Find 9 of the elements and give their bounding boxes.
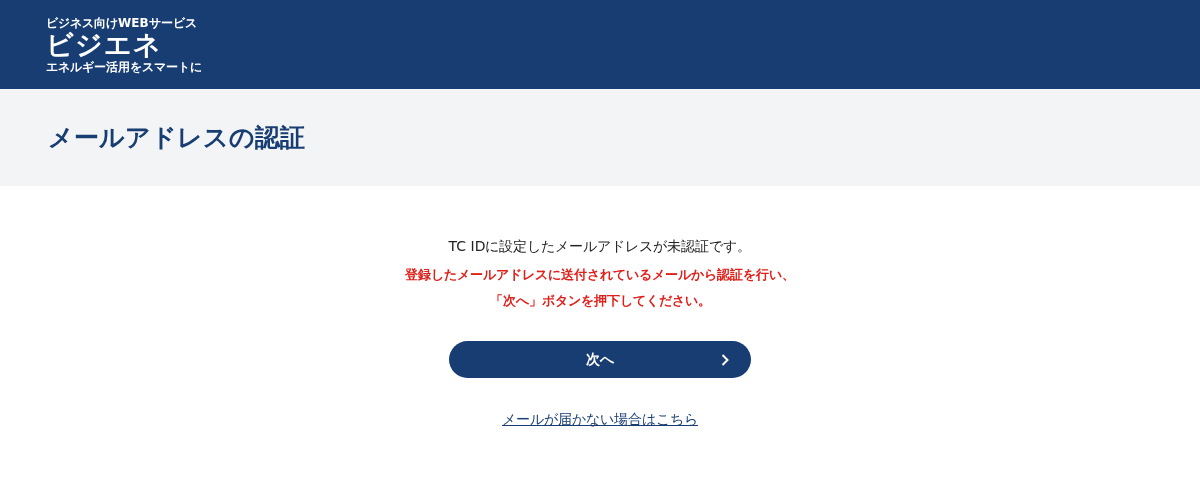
page-title: メールアドレスの認証 — [48, 122, 305, 154]
warning-text: 登録したメールアドレスに送付されているメールから認証を行い、 「次へ」ボタンを押下してください。 — [405, 266, 795, 310]
next-button[interactable]: 次へ — [449, 341, 751, 378]
logo-subline: エネルギー活用をスマートに — [46, 59, 202, 74]
logo-tagline: ビジネス向けWEBサービス — [46, 15, 198, 30]
chevron-right-icon — [721, 354, 729, 366]
message-text: TC IDに設定したメールアドレスが未認証です。 — [448, 237, 752, 256]
help-link[interactable]: メールが届かない場合はこちら — [502, 411, 698, 429]
logo-name: ビジエネ — [46, 29, 163, 60]
